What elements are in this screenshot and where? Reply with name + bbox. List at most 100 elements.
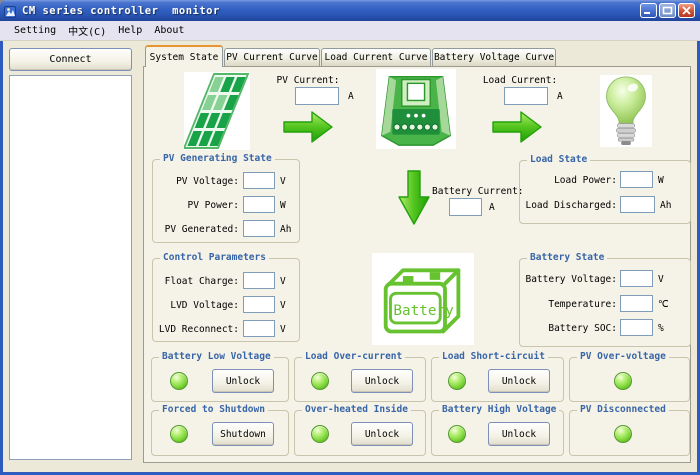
load-short-circuit-unlock-button[interactable]: Unlock: [488, 369, 550, 393]
alarm-battery-low-voltage-title: Battery Low Voltage: [159, 351, 274, 362]
float-charge-label: Float Charge:: [153, 276, 239, 287]
forced-to-shutdown-led-icon: [170, 425, 188, 443]
load-discharged-unit: Ah: [660, 200, 671, 211]
load-power-unit: W: [658, 175, 664, 186]
lvd-reconnect-label: LVD Reconnect:: [153, 324, 239, 335]
temperature-input[interactable]: [620, 295, 653, 312]
pv-current-unit: A: [348, 91, 354, 102]
maximize-button[interactable]: [659, 3, 676, 18]
pv-current-input[interactable]: [295, 87, 339, 105]
titlebar: CM series controller monitor: [0, 0, 700, 21]
minimize-button[interactable]: [640, 3, 657, 18]
lvd-voltage-input[interactable]: [243, 296, 275, 313]
pv-flow-arrow-icon: [282, 109, 334, 149]
over-heated-inside-unlock-button[interactable]: Unlock: [351, 422, 413, 446]
battery-soc-label: Battery SOC:: [520, 323, 617, 334]
device-list[interactable]: [9, 75, 132, 460]
pv-voltage-unit: V: [280, 176, 286, 187]
menu-about[interactable]: About: [148, 23, 190, 38]
alarm-battery-high-voltage-title: Battery High Voltage: [439, 404, 559, 415]
app-window: CM series controller monitor Setting 中文(…: [0, 0, 700, 475]
controller-icon: [376, 69, 456, 149]
battery-high-voltage-unlock-button[interactable]: Unlock: [488, 422, 550, 446]
pv-voltage-label: PV Voltage:: [153, 176, 239, 187]
alarm-load-short-circuit-title: Load Short-circuit: [439, 351, 548, 362]
alarm-battery-high-voltage: Battery High Voltage Unlock: [431, 410, 564, 456]
alarm-pv-disconnected-title: PV Disconnected: [577, 404, 669, 415]
load-state-group: Load State Load Power: W Load Discharged…: [519, 160, 691, 224]
battery-high-voltage-led-icon: [448, 425, 466, 443]
pv-generating-state-group: PV Generating State PV Voltage: V PV Pow…: [152, 159, 300, 243]
temperature-label: Temperature:: [520, 299, 617, 310]
tab-pv-current-curve[interactable]: PV Current Curve: [224, 48, 320, 66]
tab-system-state[interactable]: System State: [145, 45, 223, 67]
battery-icon: Battery: [372, 253, 474, 345]
control-parameters-title: Control Parameters: [160, 252, 269, 263]
pv-voltage-input[interactable]: [243, 172, 275, 189]
load-current-input[interactable]: [504, 87, 548, 105]
connect-button[interactable]: Connect: [9, 48, 132, 71]
alarm-forced-to-shutdown: Forced to Shutdown Shutdown: [151, 410, 289, 456]
battery-voltage-input[interactable]: [620, 270, 653, 287]
alarm-battery-low-voltage: Battery Low Voltage Unlock: [151, 357, 289, 402]
battery-current-input[interactable]: [449, 198, 482, 216]
tab-battery-voltage-curve[interactable]: Battery Voltage Curve: [432, 48, 556, 66]
pv-over-voltage-led-icon: [614, 372, 632, 390]
battery-low-voltage-unlock-button[interactable]: Unlock: [212, 369, 274, 393]
float-charge-input[interactable]: [243, 272, 275, 289]
battery-state-title: Battery State: [527, 252, 607, 263]
battery-soc-unit: %: [658, 323, 664, 334]
load-flow-arrow-icon: [491, 109, 543, 149]
alarm-load-over-current: Load Over-current Unlock: [294, 357, 426, 402]
close-button[interactable]: [678, 3, 695, 18]
pv-generated-input[interactable]: [243, 220, 275, 237]
alarm-over-heated-inside: Over-heated Inside Unlock: [294, 410, 426, 456]
menu-help[interactable]: Help: [112, 23, 148, 38]
window-title: CM series controller monitor: [22, 5, 220, 17]
alarm-load-short-circuit: Load Short-circuit Unlock: [431, 357, 564, 402]
pv-power-label: PV Power:: [153, 200, 239, 211]
control-parameters-group: Control Parameters Float Charge: V LVD V…: [152, 258, 300, 342]
load-current-label: Load Current:: [466, 75, 574, 86]
load-short-circuit-led-icon: [448, 372, 466, 390]
menubar: Setting 中文(C) Help About: [0, 21, 700, 41]
menu-setting[interactable]: Setting: [8, 23, 62, 38]
alarm-over-heated-inside-title: Over-heated Inside: [302, 404, 411, 415]
battery-current-unit: A: [489, 202, 495, 213]
load-over-current-led-icon: [311, 372, 329, 390]
load-current-unit: A: [557, 91, 563, 102]
lvd-reconnect-input[interactable]: [243, 320, 275, 337]
battery-soc-input[interactable]: [620, 319, 653, 336]
battery-voltage-label: Battery Voltage:: [520, 274, 617, 285]
pv-power-input[interactable]: [243, 196, 275, 213]
alarm-pv-over-voltage-title: PV Over-voltage: [577, 351, 669, 362]
battery-low-voltage-led-icon: [170, 372, 188, 390]
battery-state-group: Battery State Battery Voltage: V Tempera…: [519, 258, 691, 347]
alarm-pv-disconnected: PV Disconnected: [569, 410, 690, 456]
load-power-label: Load Power:: [520, 175, 617, 186]
alarm-pv-over-voltage: PV Over-voltage: [569, 357, 690, 402]
alarm-load-over-current-title: Load Over-current: [302, 351, 405, 362]
float-charge-unit: V: [280, 276, 286, 287]
pv-disconnected-led-icon: [614, 425, 632, 443]
menu-language[interactable]: 中文(C): [62, 21, 112, 40]
tab-load-current-curve[interactable]: Load Current Curve: [321, 48, 431, 66]
battery-voltage-unit: V: [658, 274, 664, 285]
solar-panel-icon: [184, 72, 250, 150]
app-icon: [4, 4, 18, 18]
battery-icon-text: Battery: [393, 303, 454, 319]
temperature-unit: ℃: [658, 299, 669, 310]
battery-current-label: Battery Current:: [432, 186, 524, 197]
load-discharged-input[interactable]: [620, 196, 655, 213]
forced-to-shutdown-button[interactable]: Shutdown: [212, 422, 274, 446]
load-over-current-unlock-button[interactable]: Unlock: [351, 369, 413, 393]
load-power-input[interactable]: [620, 171, 653, 188]
alarm-forced-to-shutdown-title: Forced to Shutdown: [159, 404, 268, 415]
system-state-panel: PV Current: A: [143, 66, 691, 463]
over-heated-inside-led-icon: [311, 425, 329, 443]
lvd-voltage-label: LVD Voltage:: [153, 300, 239, 311]
lvd-voltage-unit: V: [280, 300, 286, 311]
pv-generated-unit: Ah: [280, 224, 291, 235]
pv-generating-state-title: PV Generating State: [160, 153, 275, 164]
pv-power-unit: W: [280, 200, 286, 211]
